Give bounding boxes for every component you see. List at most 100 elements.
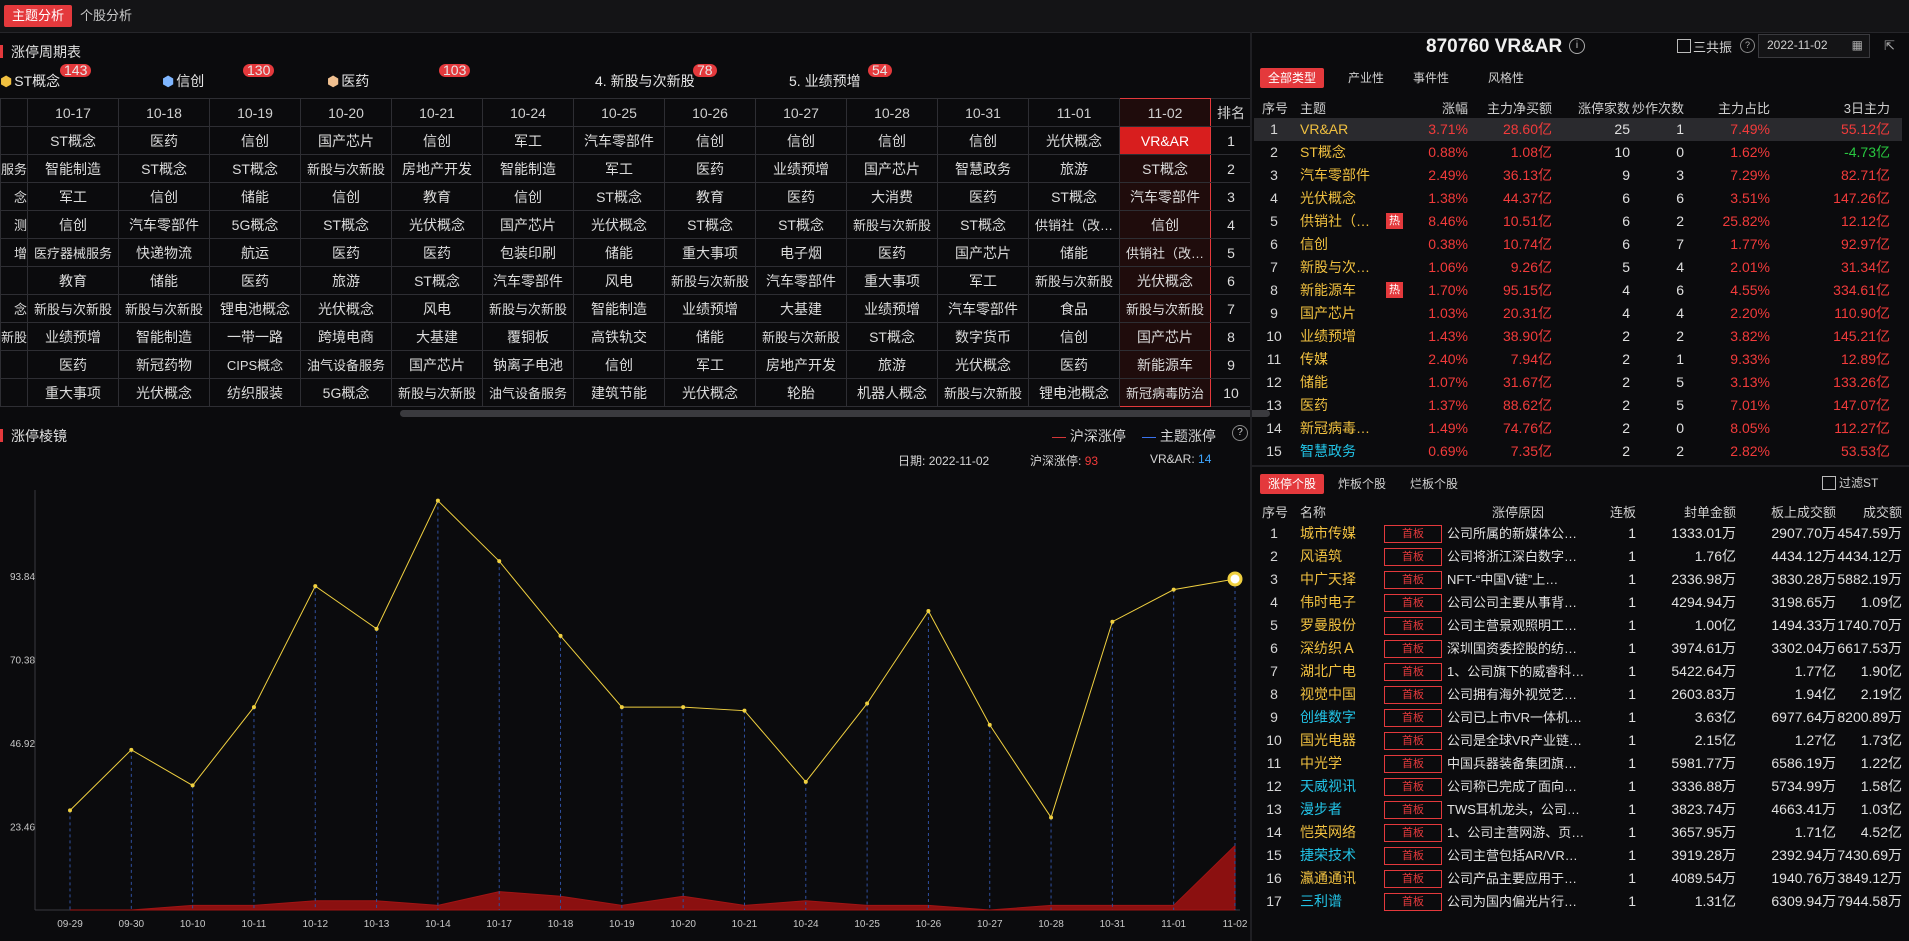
cycle-date-header[interactable]: 11-01 [1028,98,1121,127]
theme-tag-3[interactable]: ⬢ 医药 [327,71,369,91]
cycle-cell[interactable]: 医药 [846,238,939,267]
cycle-cell[interactable]: 新股与次新股 [755,322,848,351]
cycle-cell[interactable]: 新股与次新股 [482,294,575,323]
stock-row-reason[interactable]: 公司将浙江深白数字… [1447,545,1597,568]
cycle-date-header[interactable]: 10-18 [118,98,211,127]
theme-row-name[interactable]: 新能源车 [1300,279,1378,302]
cycle-cell[interactable]: 油气设备服务 [482,378,575,407]
data-point[interactable] [987,722,992,727]
stock-row[interactable]: 11 中光学 首板 中国兵器装备集团旗… 1 5981.77万 6586.19万 1.22亿 [1254,752,1904,775]
cycle-cell[interactable]: 光伏概念 [300,294,393,323]
theme-tag-1[interactable]: ⬢ ST概念 [0,71,60,91]
cycle-cell[interactable]: 医药 [664,154,757,183]
cycle-cell[interactable]: 新股与次新股 [300,154,393,183]
stock-row-name[interactable]: 视觉中国 [1300,683,1380,706]
cycle-cell[interactable]: 新股与次新股 [846,210,939,239]
cycle-cell[interactable]: 信创 [27,210,120,239]
cycle-cell[interactable]: 新冠药物 [118,350,211,379]
cycle-cell[interactable]: 光伏概念 [391,210,484,239]
cycle-cell[interactable]: ST概念 [755,210,848,239]
cycle-cell[interactable]: 风电 [391,294,484,323]
cycle-cell[interactable]: 新股与次新股 [391,378,484,407]
cycle-cell[interactable]: ST概念 [27,126,120,155]
theme-row-name[interactable]: 信创 [1300,233,1378,256]
cycle-cell[interactable]: 光伏概念 [664,378,757,407]
theme-row-name[interactable]: 汽车零部件 [1300,164,1378,187]
data-point[interactable] [497,559,502,564]
theme-col-header[interactable]: 涨停家数 [1570,98,1630,117]
cycle-cell[interactable]: 供销社（改… [1028,210,1121,239]
stock-row[interactable]: 15 捷荣技术 首板 公司主营包括AR/VR… 1 3919.28万 2392.94万 743… [1254,844,1904,867]
cycle-cell[interactable]: 业绩预增 [664,294,757,323]
cycle-cell[interactable]: 光伏概念 [1119,266,1212,295]
cycle-cell[interactable]: 机器人概念 [846,378,939,407]
stock-row-name[interactable]: 三利谱 [1300,890,1380,913]
stock-row-reason[interactable]: 公司主营包括AR/VR… [1447,844,1597,867]
stock-row-name[interactable]: 创维数字 [1300,706,1380,729]
stock-row-reason[interactable]: TWS耳机龙头，公司… [1447,798,1597,821]
cycle-cell[interactable]: 医药 [27,350,120,379]
data-point[interactable] [926,609,931,614]
stock-row[interactable]: 13 漫步者 首板 TWS耳机龙头，公司… 1 3823.74万 4663.41万 1.03亿 [1254,798,1904,821]
stock-row-name[interactable]: 中光学 [1300,752,1380,775]
cycle-cell[interactable]: 光伏概念 [118,378,211,407]
cycle-cell[interactable]: 信创 [1119,210,1212,239]
stock-row-reason[interactable]: NFT-“中国V链”上… [1447,568,1597,591]
stock-col-header[interactable]: 序号 [1262,502,1292,521]
cycle-cell[interactable]: 智能制造 [118,322,211,351]
data-point[interactable] [1110,619,1115,624]
theme-row-name[interactable]: ST概念 [1300,141,1378,164]
cycle-cell[interactable]: 5G概念 [209,210,302,239]
cycle-cell[interactable]: 新能源车 [1119,350,1212,379]
question-icon[interactable]: ? [1740,38,1755,53]
cycle-cell[interactable]: 供销社（改… [1119,238,1212,267]
theme-row-name[interactable]: 智慧政务 [1300,440,1378,463]
cycle-cell[interactable]: 教育 [27,266,120,295]
cycle-cell[interactable]: 国产芯片 [937,238,1030,267]
cycle-cell[interactable]: 储能 [573,238,666,267]
stock-row[interactable]: 16 瀛通通讯 首板 公司产品主要应用于… 1 4089.54万 1940.76万 3849.… [1254,867,1904,890]
stock-row[interactable]: 10 国光电器 首板 公司是全球VR产业链… 1 2.15亿 1.27亿 1.73亿 [1254,729,1904,752]
stock-row[interactable]: 8 视觉中国 首板 公司拥有海外视觉艺… 1 2603.83万 1.94亿 2.19亿 [1254,683,1904,706]
theme-row-name[interactable]: 医药 [1300,394,1378,417]
cycle-cell[interactable]: 建筑节能 [573,378,666,407]
cycle-cell[interactable]: ST概念 [664,210,757,239]
stock-row-reason[interactable]: 中国兵器装备集团旗… [1447,752,1597,775]
theme-tag-2[interactable]: ⬢ 信创 [162,71,204,91]
theme-row-name[interactable]: 光伏概念 [1300,187,1378,210]
cycle-cell[interactable]: 国产芯片 [300,126,393,155]
stock-row-reason[interactable]: 1、公司旗下的威睿科… [1447,660,1597,683]
cycle-cell[interactable]: 军工 [482,126,575,155]
cycle-cell[interactable]: 教育 [664,182,757,211]
data-point[interactable] [313,584,318,589]
stock-row[interactable]: 17 三利谱 首板 公司为国内偏光片行… 1 1.31亿 6309.94万 7944.58万 [1254,890,1904,913]
cycle-cell[interactable]: ST概念 [1119,154,1212,183]
theme-row[interactable]: 9 国产芯片 1.03% 20.31亿 4 4 2.20% 110.90亿 [1254,302,1902,325]
data-point[interactable] [1171,587,1176,592]
theme-col-header[interactable]: 主力净买额 [1470,98,1552,117]
theme-col-header[interactable]: 炒作次数 [1630,98,1684,117]
cycle-date-header[interactable]: 10-31 [937,98,1030,127]
cycle-cell[interactable]: ST概念 [846,322,939,351]
cycle-cell[interactable]: 业绩预增 [755,154,848,183]
stock-tab-2[interactable]: 炸板个股 [1330,474,1394,494]
stock-row-name[interactable]: 伟时电子 [1300,591,1380,614]
cycle-cell[interactable]: 旅游 [1028,154,1121,183]
theme-row[interactable]: 3 汽车零部件 2.49% 36.13亿 9 3 7.29% 82.71亿 [1254,164,1902,187]
cycle-cell[interactable]: 信创 [118,182,211,211]
stock-row-reason[interactable]: 深圳国资委控股的纺… [1447,637,1597,660]
cycle-cell[interactable]: 信创 [664,126,757,155]
stock-row-reason[interactable]: 公司主营景观照明工… [1447,614,1597,637]
cycle-cell[interactable]: 军工 [27,182,120,211]
cycle-cell[interactable]: 数字货币 [937,322,1030,351]
data-point[interactable] [681,705,686,710]
stock-row[interactable]: 12 天威视讯 首板 公司称已完成了面向… 1 3336.88万 5734.99万 1.58亿 [1254,775,1904,798]
filter-tab-3[interactable]: 事件性 [1405,68,1457,88]
cycle-cell[interactable]: 医药 [118,126,211,155]
cycle-cell[interactable]: ST概念 [300,210,393,239]
stock-row-reason[interactable]: 公司是全球VR产业链… [1447,729,1597,752]
cycle-cell[interactable]: 医药 [937,182,1030,211]
cycle-date-header[interactable]: 10-19 [209,98,302,127]
data-point[interactable] [558,633,563,638]
stock-row[interactable]: 2 风语筑 首板 公司将浙江深白数字… 1 1.76亿 4434.12万 4434.12万 [1254,545,1904,568]
